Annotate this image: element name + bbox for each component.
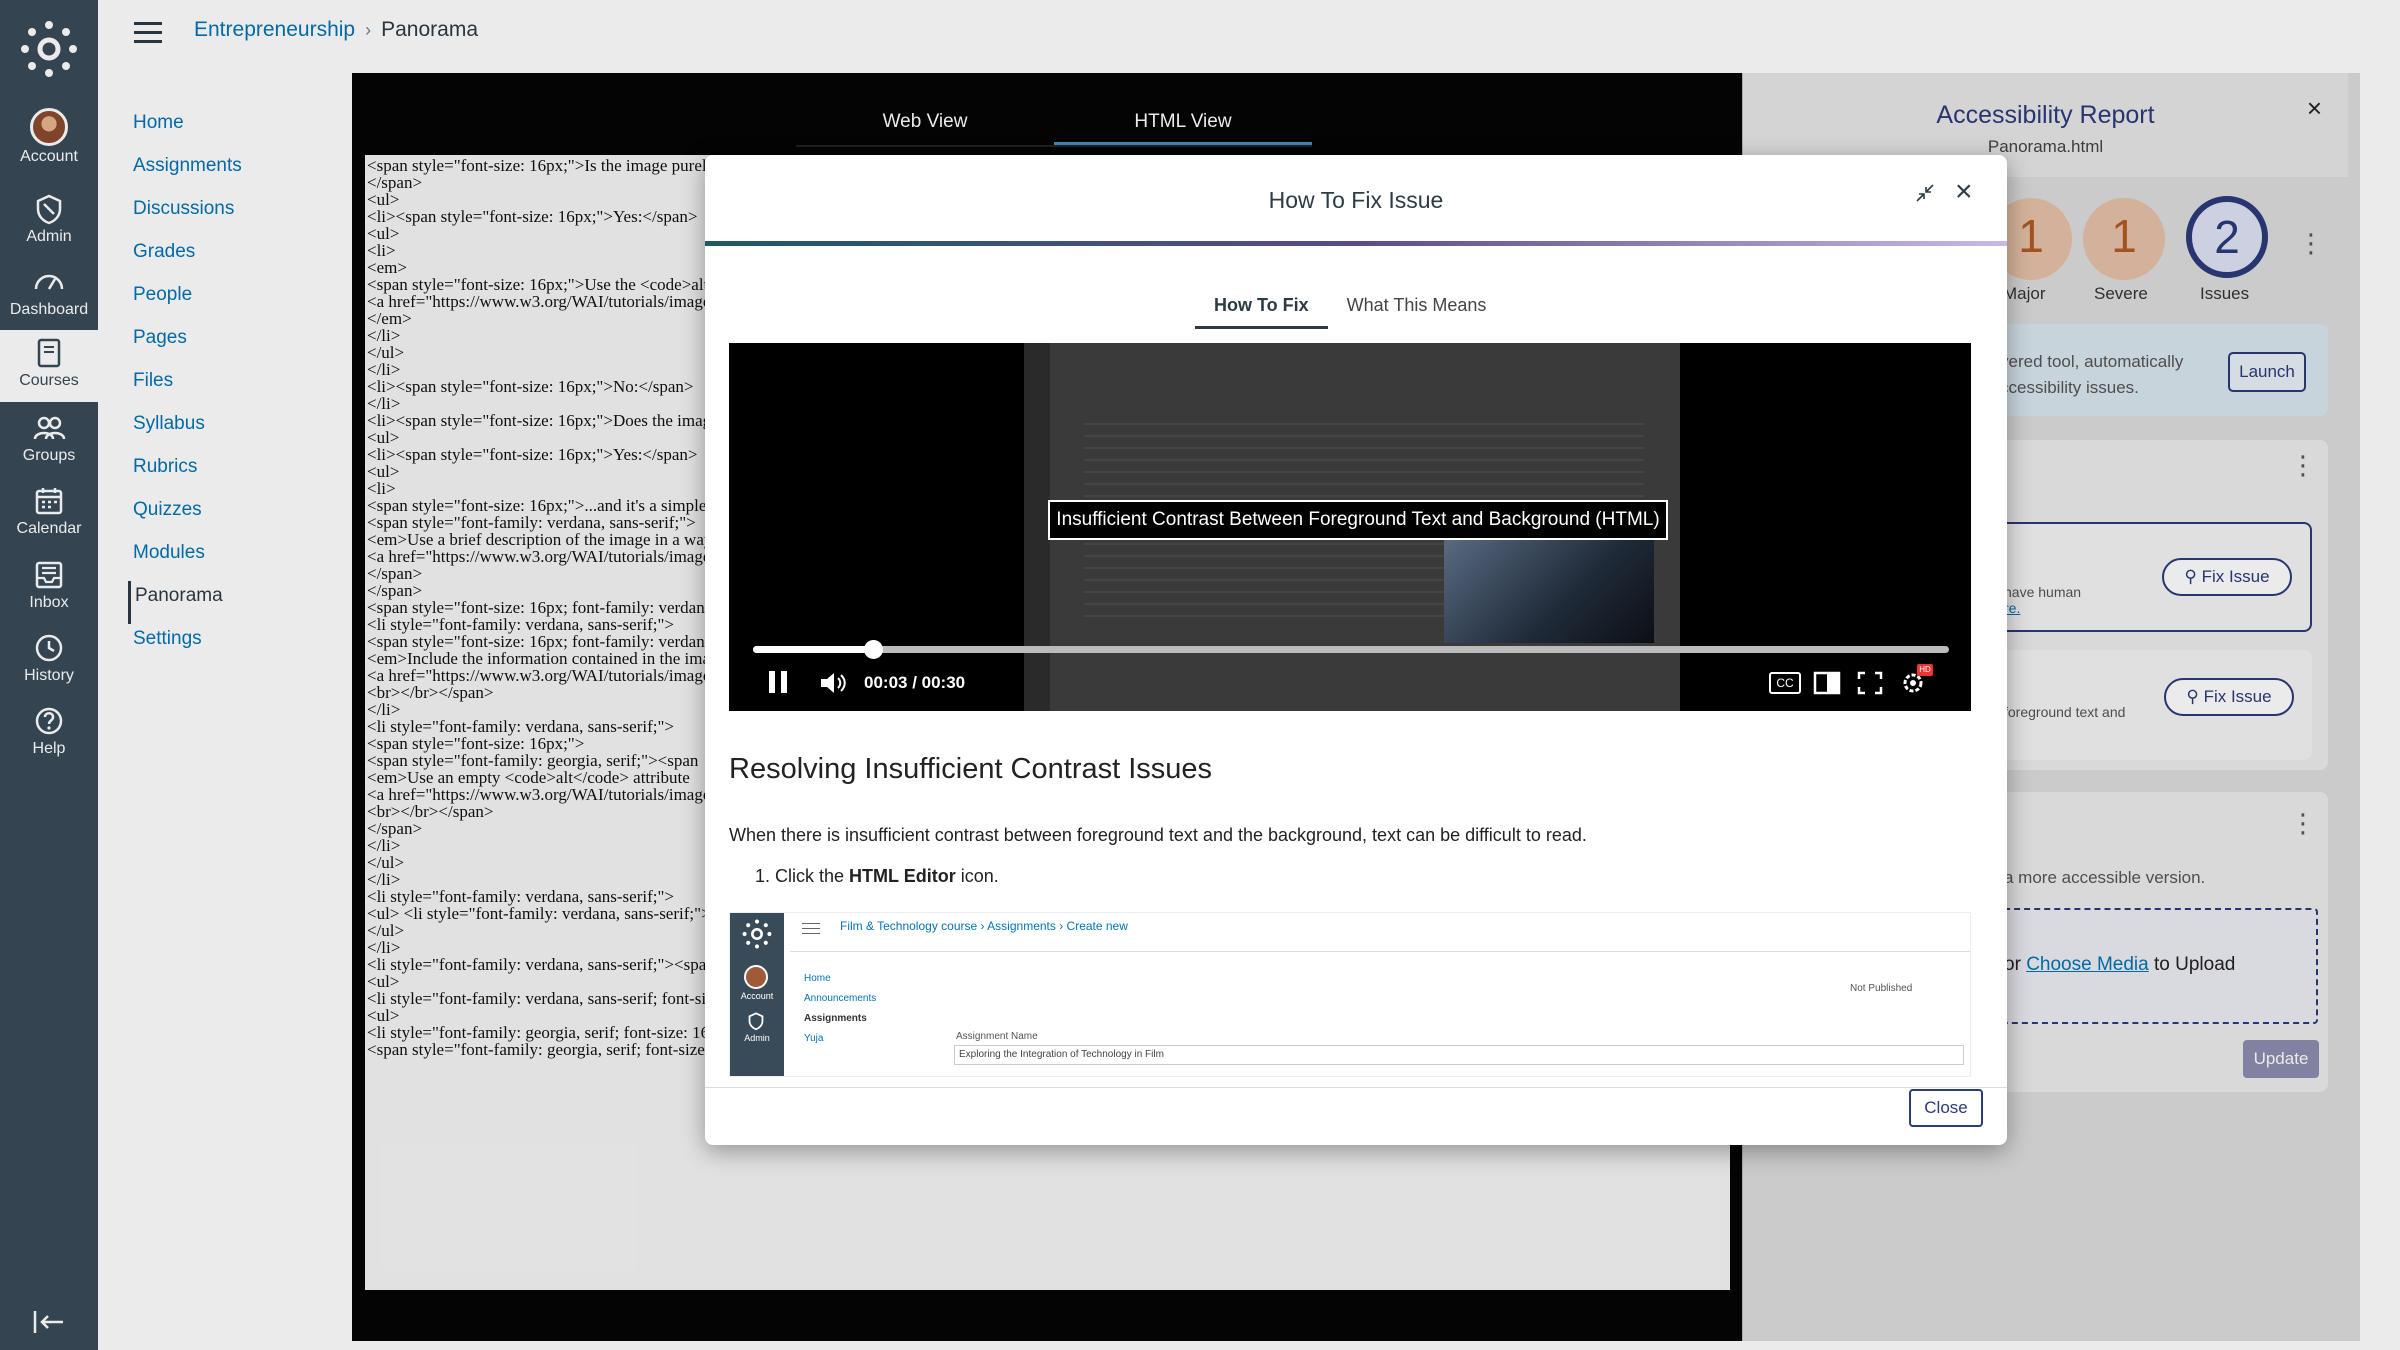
fullscreen-icon[interactable] (1857, 671, 1883, 695)
video-progress-handle[interactable] (863, 640, 883, 659)
screenshot-logo-icon (742, 919, 772, 949)
closed-captions-icon[interactable]: CC (1769, 672, 1801, 694)
tab-what-this-means[interactable]: What This Means (1328, 295, 1506, 329)
screenshot-avatar (744, 965, 768, 989)
modal-title: How To Fix Issue (1268, 187, 1444, 213)
instruction-screenshot: Account Admin Film & Technology course ›… (729, 912, 1971, 1077)
step-1: 1. Click the HTML Editor icon. (755, 866, 999, 886)
resolution-description: When there is insufficient contrast betw… (729, 825, 1587, 845)
screenshot-shield-icon (748, 1012, 764, 1031)
not-published-badge: Not Published (1850, 983, 1913, 994)
how-to-fix-modal: How To Fix Issue × How To Fix What This … (705, 155, 2007, 1145)
video-time: 00:03 / 00:30 (864, 673, 966, 692)
modal-tabs: How To Fix What This Means (1195, 295, 1505, 329)
hd-badge: HD (1917, 664, 1933, 676)
modal-accent-bar (705, 241, 2007, 246)
close-icon[interactable]: × (1955, 175, 1973, 209)
pause-icon[interactable] (767, 669, 789, 695)
video-thumbnail-image (1444, 531, 1654, 643)
modal-footer-divider (705, 1087, 2007, 1088)
resolution-heading: Resolving Insufficient Contrast Issues (729, 753, 1213, 785)
theater-mode-icon[interactable] (1813, 671, 1841, 695)
video-player[interactable]: Insufficient Contrast Between Foreground… (729, 343, 1971, 711)
minimize-icon[interactable] (1913, 181, 1937, 205)
volume-icon[interactable] (819, 671, 847, 695)
screenshot-breadcrumb: Film & Technology course › Assignments ›… (840, 919, 1128, 933)
tab-how-to-fix[interactable]: How To Fix (1195, 295, 1328, 329)
video-progress-fill (753, 646, 873, 653)
close-button[interactable]: Close (1909, 1089, 1983, 1127)
video-progress-bar[interactable] (753, 640, 1949, 659)
video-caption: Insufficient Contrast Between Foreground… (1048, 500, 1668, 540)
